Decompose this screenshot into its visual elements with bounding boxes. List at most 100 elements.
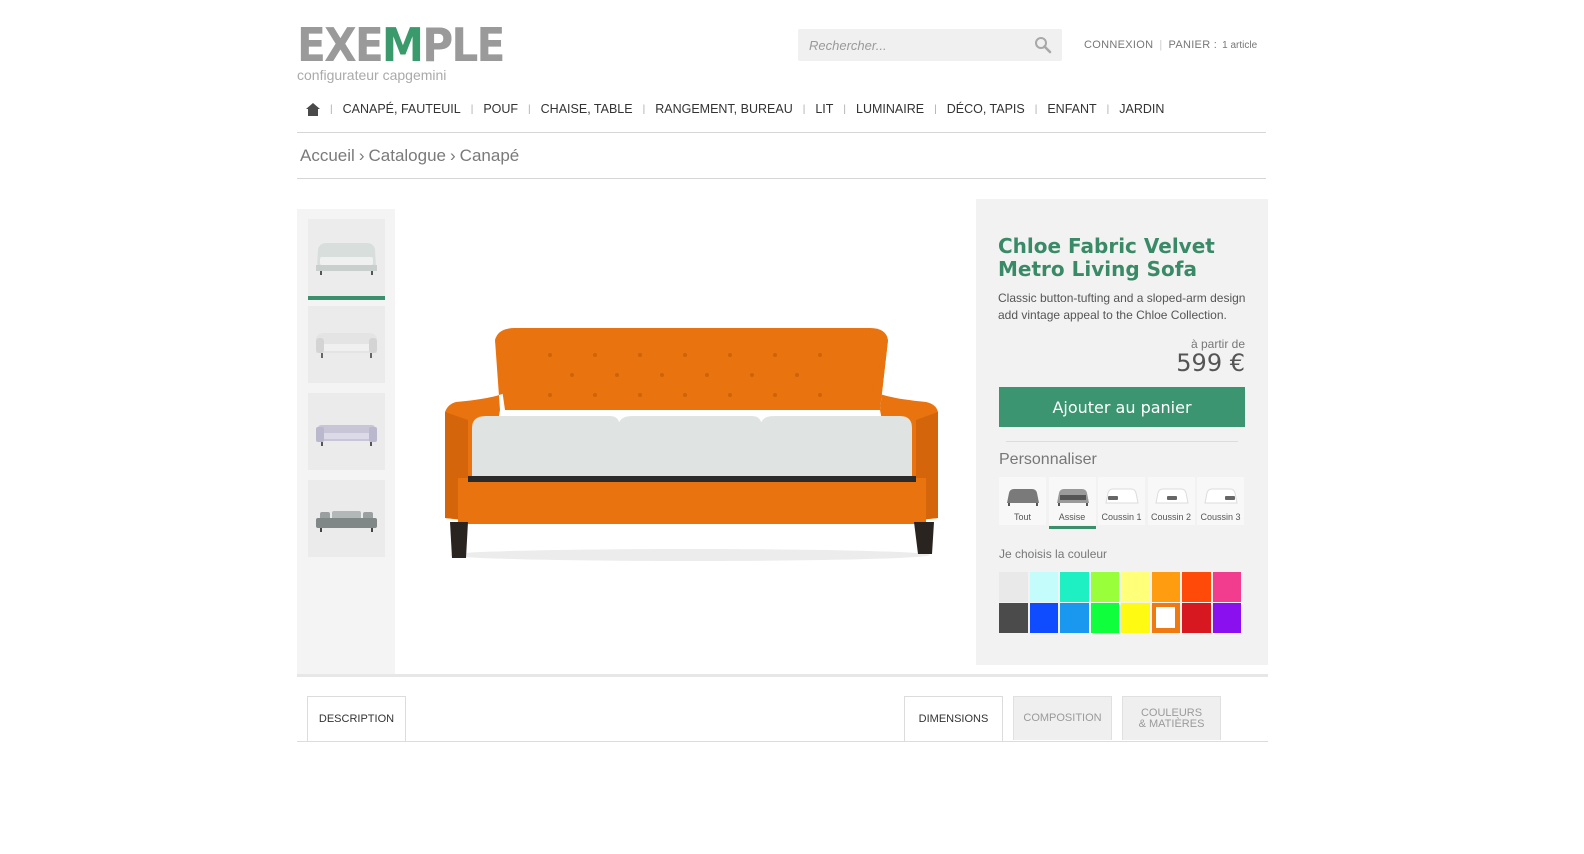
- nav-separator: |: [802, 103, 806, 115]
- tab-label: DIMENSIONS: [918, 712, 989, 725]
- divider: [297, 132, 1266, 133]
- divider: [1006, 441, 1238, 442]
- color-swatch[interactable]: [1151, 572, 1180, 602]
- sofa-thumbnail-image: [316, 425, 377, 446]
- color-swatch[interactable]: [1121, 603, 1150, 633]
- cushion-3-icon: [1204, 488, 1238, 504]
- breadcrumb-home[interactable]: Accueil: [300, 146, 355, 165]
- nav-item-pouf[interactable]: POUF: [483, 102, 518, 116]
- cushion-1-icon: [1105, 488, 1139, 504]
- breadcrumb-current: Canapé: [459, 146, 520, 165]
- thumbnail-column: [297, 209, 395, 674]
- breadcrumb-separator: ›: [450, 146, 456, 165]
- nav-item-deco-tapis[interactable]: DÉCO, TAPIS: [947, 102, 1025, 116]
- nav-item-rangement-bureau[interactable]: RANGEMENT, BUREAU: [655, 102, 793, 116]
- part-option-coussin-2[interactable]: Coussin 2: [1147, 477, 1195, 525]
- part-option-assise[interactable]: Assise: [1048, 477, 1096, 529]
- cart-link[interactable]: PANIER :: [1169, 39, 1218, 51]
- tab-label-line-2: & MATIÈRES: [1138, 717, 1205, 730]
- sofa-thumbnail-image: [316, 243, 377, 275]
- sofa-seat-icon: [1056, 489, 1089, 506]
- color-swatch[interactable]: [999, 572, 1028, 602]
- nav-item-enfant[interactable]: ENFANT: [1047, 102, 1096, 116]
- nav-separator: |: [470, 103, 474, 115]
- tab-dimensions[interactable]: DIMENSIONS: [904, 696, 1003, 741]
- nav-separator: |: [642, 103, 646, 115]
- thumbnail-sofa-1[interactable]: [308, 219, 385, 300]
- cart-count[interactable]: 1 article: [1222, 40, 1257, 51]
- sofa-backrest: [495, 328, 888, 410]
- nav-separator: |: [1106, 103, 1110, 115]
- tab-description[interactable]: DESCRIPTION: [307, 696, 406, 741]
- seat-cushion-2: [618, 416, 762, 476]
- part-option-coussin-3[interactable]: Coussin 3: [1197, 477, 1244, 525]
- color-swatch[interactable]: [1182, 572, 1211, 602]
- thumbnail-sofa-4[interactable]: [308, 480, 385, 557]
- logo-part-3: PLE: [422, 18, 505, 72]
- top-links: CONNEXION | PANIER : 1 article: [1084, 39, 1257, 51]
- part-selector: Tout Assise Coussin 1 Coussin 2 Coussin …: [999, 477, 1247, 529]
- nav-separator: |: [843, 103, 847, 115]
- color-swatch[interactable]: [999, 603, 1028, 633]
- cushion-2-icon: [1154, 488, 1189, 504]
- color-swatch[interactable]: [1060, 603, 1089, 633]
- home-icon[interactable]: [306, 102, 320, 116]
- sofa-full-icon: [1007, 489, 1039, 506]
- breadcrumb: Accueil › Catalogue › Canapé: [300, 146, 519, 166]
- nav-item-chaise-table[interactable]: CHAISE, TABLE: [541, 102, 633, 116]
- nav-item-jardin[interactable]: JARDIN: [1119, 102, 1164, 116]
- breadcrumb-catalogue[interactable]: Catalogue: [368, 146, 446, 165]
- color-swatch[interactable]: [1090, 603, 1119, 633]
- thumbnail-sofa-2[interactable]: [308, 306, 385, 383]
- breadcrumb-separator: ›: [358, 146, 365, 165]
- part-label: Assise: [1058, 512, 1086, 522]
- logo-part-2: M: [381, 18, 424, 72]
- color-swatch[interactable]: [1212, 603, 1241, 633]
- tab-label-line-1: COULEURS: [1140, 706, 1203, 719]
- divider: [297, 674, 1268, 677]
- add-to-cart-button[interactable]: Ajouter au panier: [999, 387, 1245, 427]
- logo-subtitle: configurateur capgemini: [297, 67, 447, 83]
- color-swatch[interactable]: [1090, 572, 1119, 602]
- part-label: Coussin 2: [1150, 512, 1192, 522]
- separator: |: [1159, 39, 1163, 51]
- part-label: Tout: [1013, 512, 1031, 522]
- seat-cushion-1: [472, 416, 620, 476]
- tab-composition[interactable]: COMPOSITION: [1013, 696, 1112, 740]
- nav-item-lit[interactable]: LIT: [815, 102, 833, 116]
- search-box: [798, 29, 1062, 61]
- part-option-tout[interactable]: Tout: [999, 477, 1046, 525]
- product-description: Classic button-tufting and a sloped-arm …: [998, 291, 1246, 322]
- search-input[interactable]: [798, 29, 1029, 61]
- sofa-base: [458, 478, 926, 524]
- part-option-coussin-1[interactable]: Coussin 1: [1098, 477, 1145, 525]
- logo-part-1: EXE: [297, 18, 384, 72]
- nav-item-luminaire[interactable]: LUMINAIRE: [856, 102, 924, 116]
- part-label: Coussin 1: [1101, 512, 1142, 522]
- sofa-thumbnail-image: [316, 511, 377, 532]
- customize-title: Personnaliser: [999, 451, 1097, 468]
- part-label: Coussin 3: [1200, 512, 1241, 522]
- color-swatch[interactable]: [1060, 572, 1089, 602]
- color-swatch[interactable]: [1151, 603, 1180, 633]
- divider: [297, 741, 1268, 742]
- color-swatch[interactable]: [1029, 572, 1058, 602]
- seat-cushion-3: [760, 416, 912, 476]
- color-swatch[interactable]: [1121, 572, 1150, 602]
- login-link[interactable]: CONNEXION: [1084, 39, 1153, 51]
- tab-label: DESCRIPTION: [318, 712, 395, 725]
- nav-item-canape-fauteuil[interactable]: CANAPÉ, FAUTEUIL: [343, 102, 461, 116]
- product-title: Chloe Fabric Velvet Metro Living Sofa: [998, 234, 1215, 281]
- color-swatch[interactable]: [1182, 603, 1211, 633]
- tab-label: COMPOSITION: [1023, 712, 1102, 724]
- divider: [297, 178, 1266, 179]
- nav-separator: |: [330, 103, 333, 115]
- search-icon[interactable]: [1034, 36, 1052, 54]
- color-swatch[interactable]: [1212, 572, 1241, 602]
- thumbnail-sofa-3[interactable]: [308, 393, 385, 470]
- main-nav: | CANAPÉ, FAUTEUIL | POUF | CHAISE, TABL…: [306, 100, 1164, 118]
- logo[interactable]: EXEMPLE: [297, 22, 505, 68]
- color-swatch[interactable]: [1029, 603, 1058, 633]
- sofa-main-image: [445, 328, 938, 561]
- tab-couleurs-matieres[interactable]: COULEURS & MATIÈRES: [1122, 696, 1221, 740]
